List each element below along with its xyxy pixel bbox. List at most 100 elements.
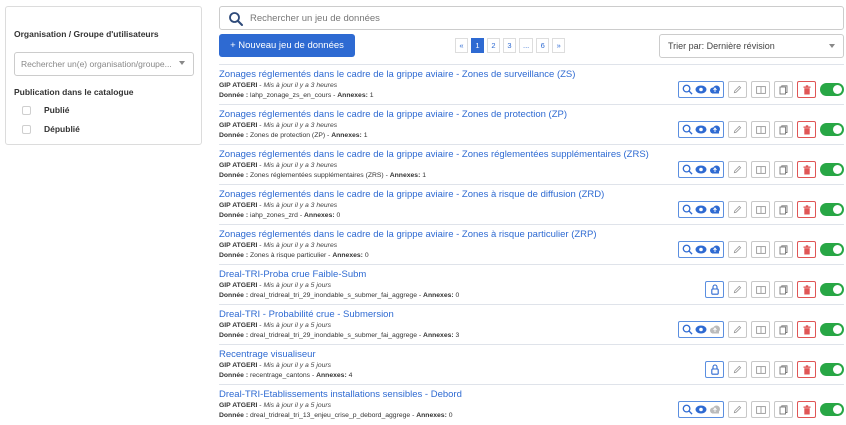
dataset-annexes-count: 0 bbox=[364, 252, 369, 259]
edit-button[interactable] bbox=[728, 81, 747, 98]
publish-toggle[interactable] bbox=[820, 363, 844, 376]
cloud-upload-icon bbox=[709, 245, 721, 254]
dataset-annexes-count: 1 bbox=[422, 172, 427, 179]
dataset-data-label: Donnée : bbox=[219, 252, 249, 259]
catalog-button[interactable] bbox=[751, 81, 770, 98]
duplicate-button[interactable] bbox=[774, 321, 793, 338]
preview-button[interactable] bbox=[678, 401, 724, 418]
delete-button[interactable] bbox=[797, 241, 816, 258]
delete-button[interactable] bbox=[797, 201, 816, 218]
preview-button[interactable] bbox=[678, 121, 724, 138]
duplicate-button[interactable] bbox=[774, 161, 793, 178]
pagination-next[interactable]: » bbox=[552, 38, 566, 53]
publish-toggle[interactable] bbox=[820, 203, 844, 216]
catalog-button[interactable] bbox=[751, 161, 770, 178]
dataset-search[interactable] bbox=[219, 6, 844, 30]
filter-published-checkbox[interactable]: Publié bbox=[22, 105, 70, 115]
catalog-button[interactable] bbox=[751, 361, 770, 378]
publish-toggle[interactable] bbox=[820, 403, 844, 416]
duplicate-button[interactable] bbox=[774, 241, 793, 258]
checkbox-box[interactable] bbox=[22, 105, 31, 115]
search-icon bbox=[682, 324, 693, 335]
dataset-title[interactable]: Zonages réglementés dans le cadre de la … bbox=[219, 109, 567, 120]
dataset-annexes-label: Annexes: bbox=[332, 252, 363, 259]
pagination-page-3[interactable]: 3 bbox=[503, 38, 516, 53]
dataset-meta: GIP ATGERI - Mis à jour il y a 5 jours bbox=[219, 362, 332, 369]
edit-button[interactable] bbox=[728, 281, 747, 298]
preview-button[interactable] bbox=[678, 81, 724, 98]
chevron-down-icon bbox=[829, 44, 835, 48]
dataset-title[interactable]: Zonages réglementés dans le cadre de la … bbox=[219, 69, 575, 80]
dataset-title[interactable]: Zonages réglementés dans le cadre de la … bbox=[219, 149, 649, 160]
dataset-title[interactable]: Dreal-TRI-Etablissements installations s… bbox=[219, 389, 462, 400]
delete-button[interactable] bbox=[797, 121, 816, 138]
duplicate-button[interactable] bbox=[774, 81, 793, 98]
preview-button[interactable] bbox=[678, 201, 724, 218]
filter-unpublished-checkbox[interactable]: Dépublié bbox=[22, 124, 80, 134]
edit-button[interactable] bbox=[728, 201, 747, 218]
edit-button[interactable] bbox=[728, 361, 747, 378]
delete-button[interactable] bbox=[797, 161, 816, 178]
dataset-title[interactable]: Dreal-TRI-Proba crue Faible-Subm bbox=[219, 269, 366, 280]
preview-button[interactable] bbox=[678, 241, 724, 258]
dataset-org: GIP ATGERI bbox=[219, 242, 258, 249]
publish-toggle[interactable] bbox=[820, 323, 844, 336]
dataset-updated: Mis à jour il y a 3 heures bbox=[263, 162, 338, 169]
delete-button[interactable] bbox=[797, 321, 816, 338]
pagination-page-6[interactable]: 6 bbox=[536, 38, 550, 53]
dataset-data-label: Donnée : bbox=[219, 372, 249, 379]
edit-button[interactable] bbox=[728, 121, 747, 138]
preview-button[interactable] bbox=[678, 321, 724, 338]
edit-button[interactable] bbox=[728, 241, 747, 258]
publish-toggle[interactable] bbox=[820, 123, 844, 136]
catalog-button[interactable] bbox=[751, 201, 770, 218]
search-icon bbox=[228, 11, 244, 27]
delete-button[interactable] bbox=[797, 401, 816, 418]
delete-button[interactable] bbox=[797, 281, 816, 298]
duplicate-button[interactable] bbox=[774, 401, 793, 418]
dataset-title[interactable]: Zonages réglementés dans le cadre de la … bbox=[219, 189, 604, 200]
catalog-button[interactable] bbox=[751, 121, 770, 138]
dataset-title[interactable]: Dreal-TRI - Probabilité crue - Submersio… bbox=[219, 309, 394, 320]
delete-button[interactable] bbox=[797, 361, 816, 378]
duplicate-button[interactable] bbox=[774, 281, 793, 298]
edit-button[interactable] bbox=[728, 401, 747, 418]
dataset-meta: GIP ATGERI - Mis à jour il y a 5 jours bbox=[219, 282, 332, 289]
catalog-button[interactable] bbox=[751, 401, 770, 418]
pagination-page-1[interactable]: 1 bbox=[471, 38, 484, 53]
sort-select[interactable]: Trier par: Dernière révision bbox=[659, 34, 844, 58]
pagination-page-2[interactable]: 2 bbox=[487, 38, 500, 53]
dataset-title[interactable]: Recentrage visualiseur bbox=[219, 349, 316, 360]
new-dataset-button[interactable]: + Nouveau jeu de données bbox=[219, 34, 355, 57]
catalog-button[interactable] bbox=[751, 241, 770, 258]
edit-button[interactable] bbox=[728, 161, 747, 178]
trash-icon bbox=[803, 204, 811, 215]
catalog-button[interactable] bbox=[751, 281, 770, 298]
publish-toggle[interactable] bbox=[820, 83, 844, 96]
duplicate-button[interactable] bbox=[774, 361, 793, 378]
pencil-icon bbox=[733, 205, 742, 214]
publish-toggle[interactable] bbox=[820, 163, 844, 176]
dataset-row: Dreal-TRI-Etablissements installations s… bbox=[219, 384, 844, 424]
publish-toggle[interactable] bbox=[820, 283, 844, 296]
dataset-data-label: Donnée : bbox=[219, 172, 249, 179]
duplicate-button[interactable] bbox=[774, 201, 793, 218]
preview-button[interactable] bbox=[678, 161, 724, 178]
dataset-updated: Mis à jour il y a 5 jours bbox=[263, 362, 332, 369]
org-filter-select[interactable]: Rechercher un(e) organisation/groupe... bbox=[14, 52, 194, 76]
lock-button[interactable] bbox=[705, 281, 724, 298]
cloud-upload-icon bbox=[709, 405, 721, 414]
pagination-prev[interactable]: « bbox=[455, 38, 468, 53]
duplicate-button[interactable] bbox=[774, 121, 793, 138]
catalog-button[interactable] bbox=[751, 321, 770, 338]
trash-icon bbox=[803, 164, 811, 175]
dataset-title[interactable]: Zonages réglementés dans le cadre de la … bbox=[219, 229, 597, 240]
lock-button[interactable] bbox=[705, 361, 724, 378]
delete-button[interactable] bbox=[797, 81, 816, 98]
dataset-org: GIP ATGERI bbox=[219, 362, 258, 369]
search-input[interactable] bbox=[250, 10, 830, 27]
checkbox-box[interactable] bbox=[22, 124, 31, 134]
publish-toggle[interactable] bbox=[820, 243, 844, 256]
edit-button[interactable] bbox=[728, 321, 747, 338]
search-icon bbox=[682, 404, 693, 415]
